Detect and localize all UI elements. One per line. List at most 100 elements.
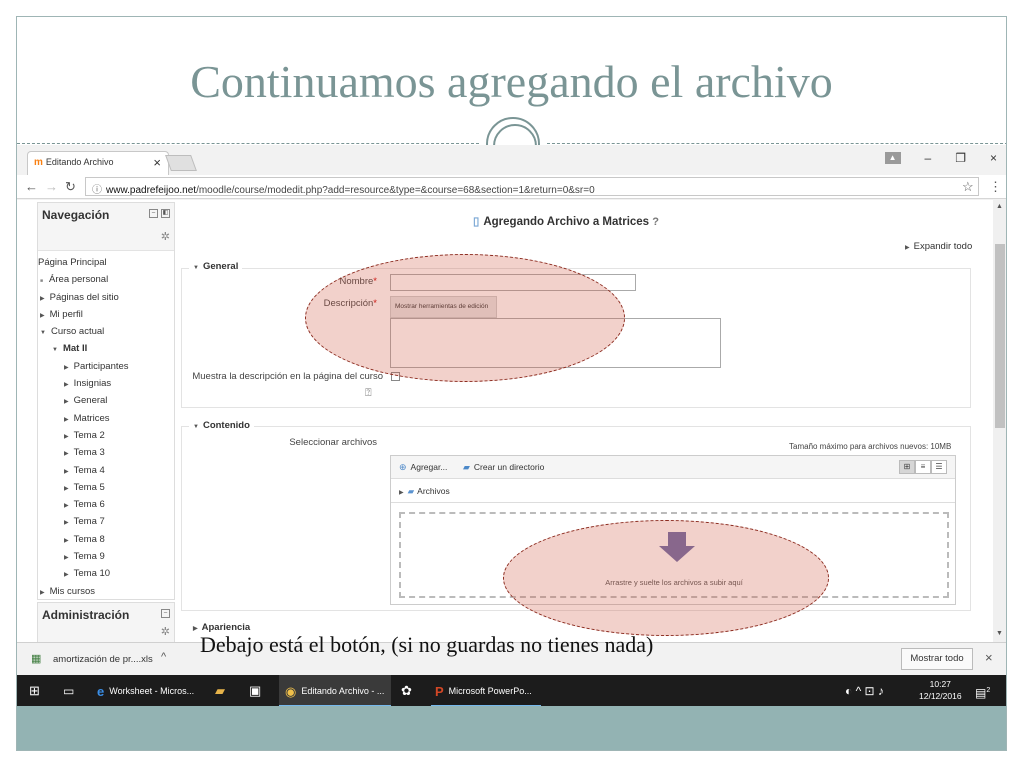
- close-window-button[interactable]: ×: [990, 151, 997, 165]
- nav-item-label: General: [73, 395, 108, 407]
- nav-item-label: Tema 4: [73, 464, 105, 476]
- navigation-block-header: Navegación – ◧ ✲: [38, 203, 174, 251]
- list-view-button[interactable]: ≡: [915, 460, 931, 474]
- gear-icon[interactable]: ✲: [161, 230, 170, 243]
- taskbar-item-worksheet[interactable]: e Worksheet - Micros...: [97, 675, 194, 707]
- page-scrollbar[interactable]: ▲ ▼: [993, 200, 1006, 642]
- gear-icon[interactable]: ✲: [161, 625, 170, 638]
- browser-screenshot: m Editando Archivo × ▲ – ❐ × ← → ↻ ⓘ www.p…: [17, 145, 1006, 707]
- tree-view-button[interactable]: ☰: [931, 460, 947, 474]
- expand-arrow-icon: ▶: [399, 490, 404, 496]
- new-tab-button[interactable]: [165, 155, 197, 171]
- close-download-bar-button[interactable]: ×: [985, 650, 993, 665]
- nav-item[interactable]: Área personal: [38, 271, 174, 288]
- back-arrow-icon[interactable]: ←: [25, 179, 38, 194]
- general-legend[interactable]: General: [189, 261, 243, 272]
- windows-taskbar: ⊞ ▭ e Worksheet - Micros... ▰ ▣ ◉ Editando…: [17, 675, 1006, 707]
- folder-icon: ▰: [463, 462, 470, 472]
- action-center-icon[interactable]: ▤2: [975, 675, 990, 707]
- taskbar-item-powerpoint[interactable]: P Microsoft PowerPo...: [431, 675, 541, 707]
- tab-title: Editando Archivo: [45, 157, 114, 167]
- administration-block: Administración – ✲: [37, 602, 175, 642]
- content-legend[interactable]: Contenido: [189, 420, 254, 431]
- folder-icon: ▰: [407, 486, 415, 496]
- info-icon[interactable]: ⓘ: [92, 185, 102, 195]
- clock-date: 12/12/2016: [919, 691, 962, 701]
- windows-start-icon[interactable]: ⊞: [29, 675, 40, 707]
- collapse-block-icon[interactable]: –: [149, 209, 158, 218]
- nav-item[interactable]: Curso actual: [38, 323, 174, 340]
- highlight-ellipse-fields: [305, 254, 625, 382]
- add-file-label: Agregar...: [410, 462, 448, 472]
- nav-item-label: Tema 6: [73, 499, 105, 511]
- browser-menu-icon[interactable]: ⋮: [989, 179, 1002, 195]
- address-bar-row: ← → ↻ ⓘ www.padrefeijoo.net/moodle/course…: [17, 175, 1006, 199]
- chrome-icon: ◉: [285, 683, 297, 699]
- app-icon[interactable]: ✿: [401, 675, 412, 707]
- icon-view-button[interactable]: ⊞: [899, 460, 915, 474]
- nav-item-label: Participantes: [73, 360, 129, 372]
- navigation-title: Navegación: [42, 208, 110, 222]
- nav-item[interactable]: Insignias: [38, 375, 174, 392]
- nav-item[interactable]: Mi perfil: [38, 306, 174, 323]
- nav-item-label: Insignias: [73, 378, 112, 390]
- nav-item[interactable]: Tema 2: [38, 427, 174, 444]
- help-icon[interactable]: ?: [652, 216, 659, 228]
- browser-tab[interactable]: m Editando Archivo ×: [27, 151, 169, 175]
- nav-item[interactable]: Tema 5: [38, 479, 174, 496]
- nav-item-label: Páginas del sitio: [49, 291, 119, 303]
- nav-item[interactable]: Participantes: [38, 358, 174, 375]
- user-profile-icon[interactable]: ▲: [884, 152, 901, 164]
- files-folder-label: Archivos: [417, 486, 450, 496]
- maximize-button[interactable]: ❐: [955, 151, 966, 165]
- add-file-button[interactable]: ⊕ Agregar...: [399, 462, 447, 473]
- nav-item[interactable]: General: [38, 392, 174, 409]
- nav-item[interactable]: Mis cursos: [38, 583, 174, 600]
- nav-item-label: Tema 10: [73, 568, 111, 580]
- nav-item[interactable]: Mat II: [38, 340, 174, 357]
- store-icon[interactable]: ▣: [249, 675, 261, 707]
- nav-item-label: Tema 7: [73, 516, 105, 528]
- download-file-name[interactable]: amortización de pr....xls: [53, 654, 153, 665]
- help-icon[interactable]: ⍰: [365, 387, 372, 400]
- form-title-text: Agregando Archivo a Matrices: [483, 216, 650, 228]
- dock-block-icon[interactable]: ◧: [161, 209, 170, 218]
- nav-item[interactable]: Tema 9: [38, 548, 174, 565]
- url-input[interactable]: ⓘ www.padrefeijoo.net/moodle/course/moded…: [85, 177, 979, 196]
- show-all-downloads-button[interactable]: Mostrar todo: [901, 648, 973, 670]
- taskbar-clock[interactable]: 10:27 12/12/2016: [919, 678, 962, 702]
- nav-item[interactable]: Tema 10: [38, 565, 174, 582]
- nav-item-label: Curso actual: [50, 326, 105, 338]
- minimize-button[interactable]: –: [925, 151, 932, 165]
- create-directory-button[interactable]: ▰ Crear un directorio: [463, 462, 544, 473]
- nav-item[interactable]: Matrices: [38, 410, 174, 427]
- nav-item[interactable]: Tema 7: [38, 513, 174, 530]
- reload-icon[interactable]: ↻: [65, 179, 76, 195]
- excel-file-icon: ▦: [31, 653, 42, 665]
- file-picker-path[interactable]: ▶ ▰ Archivos: [391, 479, 955, 503]
- scroll-up-icon[interactable]: ▲: [996, 203, 1003, 210]
- nav-item[interactable]: Tema 4: [38, 462, 174, 479]
- expand-all-link[interactable]: Expandir todo: [905, 241, 973, 252]
- nav-item[interactable]: Páginas del sitio: [38, 289, 174, 306]
- task-view-icon[interactable]: ▭: [63, 675, 74, 707]
- bookmark-star-icon[interactable]: ☆: [962, 179, 974, 195]
- scroll-thumb[interactable]: [995, 244, 1005, 428]
- chevron-up-icon[interactable]: ^: [161, 651, 166, 663]
- taskbar-item-chrome[interactable]: ◉ Editando Archivo - ...: [279, 675, 391, 707]
- nav-item-label: Tema 5: [73, 481, 105, 493]
- nav-item[interactable]: Tema 6: [38, 496, 174, 513]
- window-controls: ▲ – ❐ ×: [884, 151, 997, 165]
- navigation-tree: Página Principal Área personal Páginas del…: [38, 251, 174, 600]
- nav-item[interactable]: Página Principal: [38, 254, 174, 271]
- scroll-down-icon[interactable]: ▼: [996, 630, 1003, 637]
- highlight-ellipse-dropzone: [503, 520, 829, 636]
- notification-tray-icons[interactable]: ◐ ^ ⊡ ♪: [845, 675, 884, 707]
- nav-item[interactable]: Tema 3: [38, 444, 174, 461]
- nav-item[interactable]: Tema 8: [38, 531, 174, 548]
- tab-close-button[interactable]: ×: [153, 155, 161, 170]
- forward-arrow-icon[interactable]: →: [45, 179, 58, 194]
- collapse-block-icon[interactable]: –: [161, 609, 170, 618]
- title-rule-left: [17, 143, 479, 144]
- file-explorer-icon[interactable]: ▰: [215, 675, 225, 707]
